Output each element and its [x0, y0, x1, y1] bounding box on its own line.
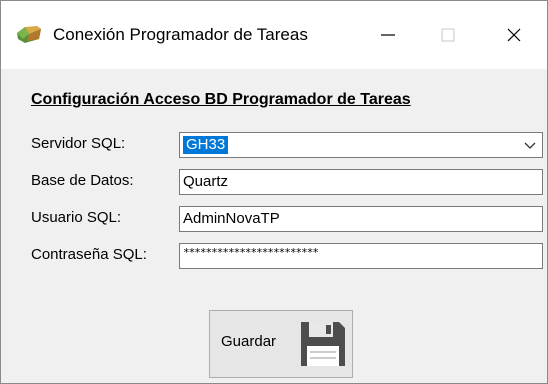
app-icon — [17, 26, 41, 43]
server-label: Servidor SQL: — [31, 135, 126, 152]
server-select[interactable]: GH33 — [179, 132, 543, 158]
floppy-disk-icon — [301, 322, 345, 366]
password-label: Contraseña SQL: — [31, 246, 147, 263]
maximize-icon — [441, 28, 455, 42]
minimize-button[interactable] — [361, 15, 415, 55]
title-bar[interactable]: Conexión Programador de Tareas — [1, 1, 547, 69]
minimize-icon — [381, 34, 395, 36]
user-field[interactable]: AdminNovaTP — [179, 206, 543, 232]
user-label: Usuario SQL: — [31, 209, 122, 226]
password-field[interactable]: ************************ — [179, 243, 543, 269]
save-button[interactable]: Guardar — [209, 310, 353, 378]
server-select-value: GH33 — [183, 136, 229, 154]
window-title: Conexión Programador de Tareas — [53, 25, 308, 44]
connection-dialog: Conexión Programador de Tareas Configura… — [0, 0, 548, 384]
close-icon — [507, 28, 521, 42]
section-title: Configuración Acceso BD Programador de T… — [31, 91, 411, 108]
database-field[interactable]: Quartz — [179, 169, 543, 195]
maximize-button[interactable] — [421, 15, 475, 55]
close-button[interactable] — [487, 15, 541, 55]
save-button-label: Guardar — [221, 333, 277, 350]
database-label: Base de Datos: — [31, 172, 134, 189]
chevron-down-icon[interactable] — [522, 137, 538, 153]
